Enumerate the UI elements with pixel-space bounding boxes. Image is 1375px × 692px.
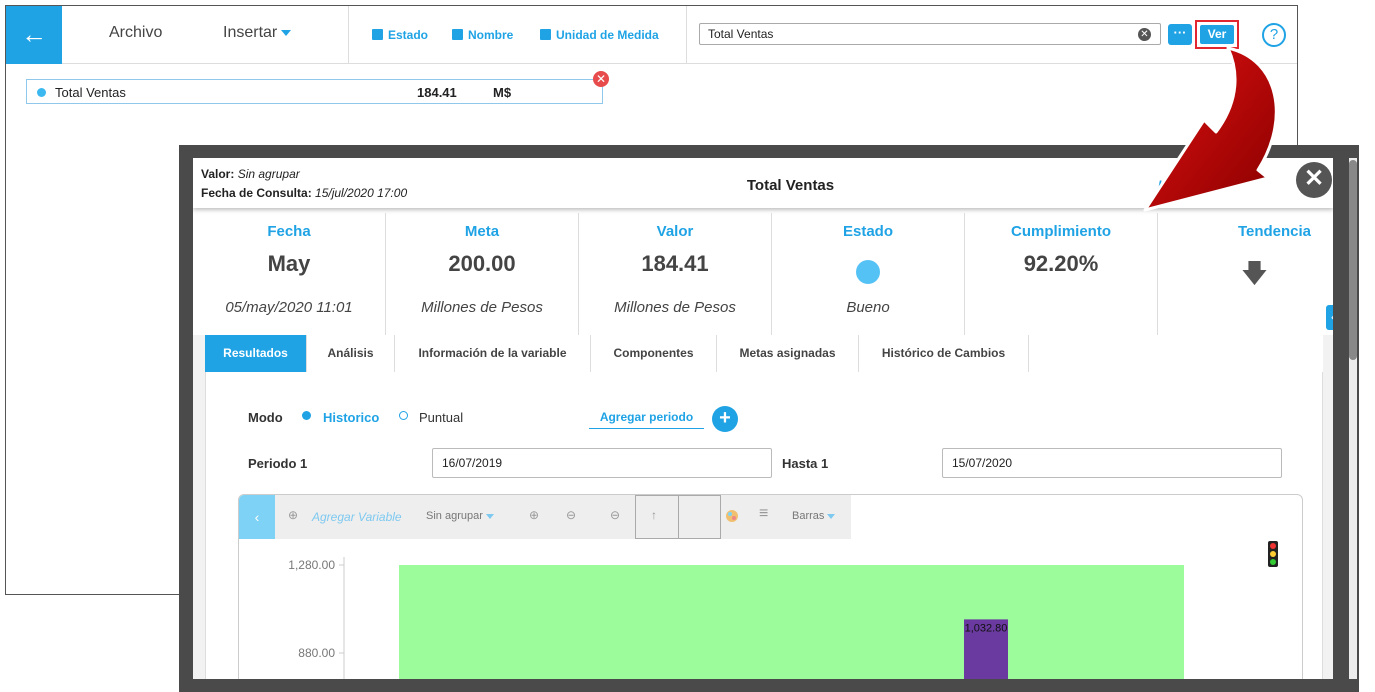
stat-value: 92.20% (1023, 251, 1099, 276)
tab-metas[interactable]: Metas asignadas (717, 335, 859, 373)
row-value: 184.41 (417, 85, 457, 100)
radio-historico[interactable] (302, 411, 311, 420)
tab-historico[interactable]: Histórico de Cambios (859, 335, 1029, 373)
palette-icon[interactable] (725, 509, 739, 523)
stat-meta: Meta 200.00 Millones de Pesos (386, 213, 579, 339)
red-arrow-annotation (1143, 46, 1278, 212)
results-panel: Modo Historico Puntual Agregar periodo +… (205, 372, 1323, 679)
menu-insertar[interactable]: Insertar (223, 24, 292, 42)
divider (686, 6, 687, 64)
stat-fecha: Fecha May 05/may/2020 11:01 (193, 213, 386, 339)
puntual-label[interactable]: Puntual (419, 410, 463, 425)
add-period-link[interactable]: Agregar periodo (589, 410, 704, 429)
stat-sub: 05/may/2020 11:01 (225, 299, 353, 316)
arrow-up-icon[interactable]: ↑ (651, 508, 657, 522)
remove-icon[interactable]: ⊖ (610, 508, 620, 522)
stat-label: Fecha (267, 223, 311, 240)
checkbox-estado-label: Estado (388, 28, 429, 42)
scrollbar-thumb[interactable] (1349, 160, 1357, 360)
checkbox-nombre-label: Nombre (468, 28, 514, 42)
stat-label: Meta (464, 223, 500, 240)
hasta-input[interactable]: 15/07/2020 (942, 448, 1282, 478)
row-unit: M$ (493, 85, 512, 100)
group-select-label: Sin agrupar (426, 510, 483, 522)
hasta-label: Hasta 1 (782, 456, 829, 471)
stat-sub: Bueno (846, 299, 890, 316)
chart-plot: 1,280.00 880.00 1,032.80 (288, 557, 1184, 679)
historico-label[interactable]: Historico (323, 410, 379, 425)
chart-container: ‹ ⊕ Agregar Variable Sin agrupar ⊕ ⊖ ⊖ ↑… (238, 494, 1303, 679)
tab-componentes[interactable]: Componentes (591, 335, 717, 373)
stat-estado: Estado Bueno (772, 213, 965, 339)
chart-type-label: Barras (792, 510, 825, 522)
goal-band (399, 565, 1184, 679)
stat-valor: Valor 184.41 Millones de Pesos (579, 213, 772, 339)
menu-insertar-label: Insertar (223, 24, 278, 41)
stat-label: Valor (656, 223, 694, 240)
top-toolbar: ← Archivo Insertar Estado Nombre Unidad … (6, 6, 1297, 64)
tab-informacion[interactable]: Información de la variable (395, 335, 591, 373)
y-tick-label: 1,280.00 (288, 558, 335, 572)
chevron-down-icon (485, 513, 494, 519)
remove-row-icon[interactable]: ✕ (593, 71, 609, 87)
chevron-down-icon (281, 29, 292, 36)
stat-value: 200.00 (448, 251, 516, 276)
group-select[interactable]: Sin agrupar (426, 510, 494, 522)
stat-value: 184.41 (641, 251, 709, 276)
zoom-out-icon[interactable]: ⊖ (566, 508, 576, 522)
stat-sub: Millones de Pesos (614, 299, 736, 316)
status-dot (856, 260, 880, 284)
stat-cumplimiento: Cumplimiento 92.20% (965, 213, 1158, 339)
chart-back-button[interactable]: ‹ (239, 495, 275, 539)
stat-label: Cumplimiento (1011, 223, 1111, 240)
stat-value: May (267, 251, 311, 276)
checkbox-estado[interactable]: Estado (372, 28, 428, 42)
status-dot (37, 88, 46, 97)
modo-label: Modo (248, 410, 283, 425)
back-button[interactable]: ← (6, 6, 62, 64)
stat-sub: Millones de Pesos (421, 299, 543, 316)
zoom-in-icon[interactable]: ⊕ (529, 508, 539, 522)
checkbox-nombre[interactable]: Nombre (452, 28, 513, 42)
checkbox-icon (540, 29, 551, 40)
periodo-label: Periodo 1 (248, 456, 308, 471)
divider (348, 6, 349, 64)
checkbox-icon (452, 29, 463, 40)
y-tick-label: 880.00 (298, 646, 335, 660)
list-icon[interactable]: ≡ (759, 505, 768, 523)
indicator-row[interactable]: Total Ventas 184.41 M$ (26, 79, 603, 104)
search-input[interactable]: Total Ventas (699, 23, 1161, 45)
checkbox-icon (372, 29, 383, 40)
tab-bar: Resultados Análisis Información de la va… (205, 335, 1323, 373)
side-panel-toggle[interactable]: ‹ (1326, 305, 1333, 330)
checkbox-unidad[interactable]: Unidad de Medida (540, 28, 659, 42)
radio-puntual[interactable] (399, 411, 408, 420)
add-period-button[interactable]: + (712, 406, 738, 432)
chart-toolbar: ‹ ⊕ Agregar Variable Sin agrupar ⊕ ⊖ ⊖ ↑… (239, 495, 851, 539)
row-name: Total Ventas (55, 85, 126, 100)
stat-label: Estado (842, 223, 893, 240)
add-variable-icon[interactable]: ⊕ (288, 508, 298, 522)
chevron-down-icon (827, 513, 836, 519)
tab-resultados[interactable]: Resultados (205, 335, 307, 373)
add-variable-link[interactable]: Agregar Variable (312, 510, 402, 524)
tab-analisis[interactable]: Análisis (307, 335, 395, 373)
checkbox-unidad-label: Unidad de Medida (556, 28, 659, 42)
divider (678, 495, 679, 539)
bar-data-label: 1,032.80 (965, 622, 1008, 634)
menu-archivo[interactable]: Archivo (109, 24, 162, 42)
periodo-input[interactable]: 16/07/2019 (432, 448, 772, 478)
chart-type-select[interactable]: Barras (792, 510, 836, 522)
